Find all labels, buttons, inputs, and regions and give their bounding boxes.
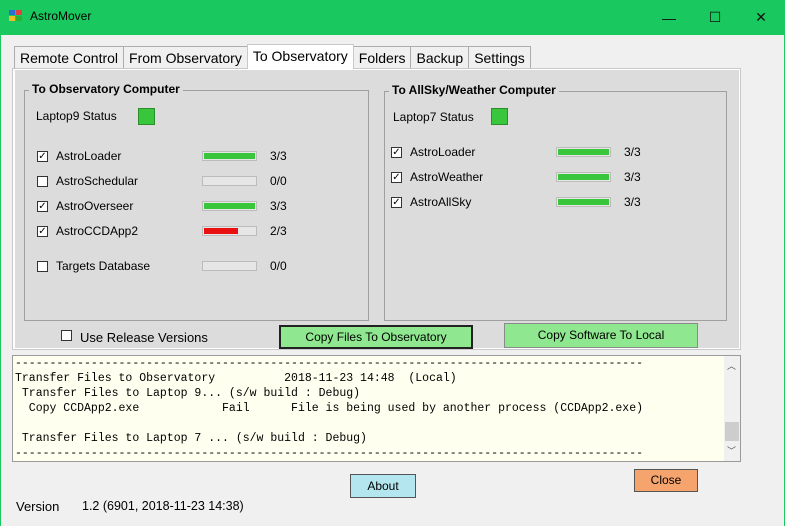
item-checkbox[interactable]: ✓ bbox=[37, 151, 48, 162]
item-progress-fill bbox=[204, 228, 238, 234]
log-text: ----------------------------------------… bbox=[15, 357, 644, 460]
maximize-icon: ☐ bbox=[708, 9, 722, 25]
app-icon bbox=[9, 9, 23, 23]
item-label: Targets Database bbox=[56, 259, 151, 273]
item-progress-bar bbox=[202, 176, 257, 186]
item-progress-fill bbox=[558, 149, 609, 155]
item-checkbox[interactable]: ✓ bbox=[391, 147, 402, 158]
close-icon: ✕ bbox=[755, 9, 767, 25]
item-label: AstroWeather bbox=[410, 170, 484, 184]
copy-files-to-observatory-button[interactable]: Copy Files To Observatory bbox=[279, 325, 473, 349]
minimize-icon: — bbox=[662, 9, 676, 26]
tab-backup[interactable]: Backup bbox=[410, 46, 470, 68]
item-checkbox[interactable]: ✓ bbox=[37, 201, 48, 212]
item-label: AstroLoader bbox=[56, 149, 122, 163]
tab-strip: Remote Control From Observatory To Obser… bbox=[14, 44, 531, 69]
scroll-down-icon[interactable]: ﹀ bbox=[727, 444, 736, 457]
use-release-checkbox[interactable] bbox=[61, 330, 72, 341]
item-count: 3/3 bbox=[624, 195, 641, 209]
version-label: Version bbox=[16, 499, 60, 514]
scroll-thumb[interactable] bbox=[725, 422, 739, 441]
item-progress-fill bbox=[558, 174, 609, 180]
item-count: 0/0 bbox=[270, 259, 287, 273]
item-progress-bar bbox=[202, 226, 257, 236]
window-title: AstroMover bbox=[30, 9, 92, 23]
item-checkbox[interactable]: ✓ bbox=[37, 226, 48, 237]
about-button[interactable]: About bbox=[350, 474, 416, 498]
item-count: 3/3 bbox=[270, 149, 287, 163]
item-checkbox[interactable]: ✓ bbox=[391, 197, 402, 208]
item-progress-fill bbox=[204, 203, 255, 209]
item-count: 2/3 bbox=[270, 224, 287, 238]
item-checkbox[interactable] bbox=[37, 176, 48, 187]
item-count: 3/3 bbox=[624, 145, 641, 159]
item-count: 0/0 bbox=[270, 174, 287, 188]
tab-remote-control[interactable]: Remote Control bbox=[14, 46, 125, 68]
maximize-button[interactable]: ☐ bbox=[692, 0, 738, 35]
item-progress-bar bbox=[556, 147, 611, 157]
copy-software-to-local-button[interactable]: Copy Software To Local bbox=[504, 323, 698, 348]
scroll-up-icon[interactable]: ︿ bbox=[727, 359, 736, 372]
version-value: 1.2 (6901, 2018-11-23 14:38) bbox=[82, 499, 244, 513]
use-release-label: Use Release Versions bbox=[80, 330, 208, 345]
item-progress-fill bbox=[558, 199, 609, 205]
item-checkbox[interactable] bbox=[37, 261, 48, 272]
item-progress-fill bbox=[204, 153, 255, 159]
close-button[interactable]: Close bbox=[634, 469, 698, 492]
laptop7-status-indicator bbox=[491, 108, 508, 125]
allsky-group-title: To AllSky/Weather Computer bbox=[389, 83, 559, 97]
item-label: AstroSchedular bbox=[56, 174, 139, 188]
item-progress-bar bbox=[556, 172, 611, 182]
item-label: AstroOverseer bbox=[56, 199, 134, 213]
item-count: 3/3 bbox=[270, 199, 287, 213]
close-window-button[interactable]: ✕ bbox=[738, 0, 784, 35]
log-scrollbar[interactable]: ︿ ﹀ bbox=[724, 356, 740, 461]
tab-from-observatory[interactable]: From Observatory bbox=[123, 46, 248, 68]
log-output[interactable]: ----------------------------------------… bbox=[12, 355, 741, 462]
laptop9-status-label: Laptop9 Status bbox=[36, 109, 117, 123]
item-label: AstroLoader bbox=[410, 145, 476, 159]
observatory-group-title: To Observatory Computer bbox=[29, 82, 183, 96]
item-label: AstroCCDApp2 bbox=[56, 224, 139, 238]
minimize-button[interactable]: — bbox=[646, 0, 692, 35]
laptop9-status-indicator bbox=[138, 108, 155, 125]
item-count: 3/3 bbox=[624, 170, 641, 184]
tab-folders[interactable]: Folders bbox=[352, 46, 412, 68]
laptop7-status-label: Laptop7 Status bbox=[393, 110, 474, 124]
item-progress-bar bbox=[556, 197, 611, 207]
tab-settings[interactable]: Settings bbox=[468, 46, 531, 68]
item-progress-bar bbox=[202, 151, 257, 161]
item-progress-bar bbox=[202, 201, 257, 211]
item-checkbox[interactable]: ✓ bbox=[391, 172, 402, 183]
item-label: AstroAllSky bbox=[410, 195, 472, 209]
tab-to-observatory[interactable]: To Observatory bbox=[246, 44, 354, 69]
item-progress-bar bbox=[202, 261, 257, 271]
